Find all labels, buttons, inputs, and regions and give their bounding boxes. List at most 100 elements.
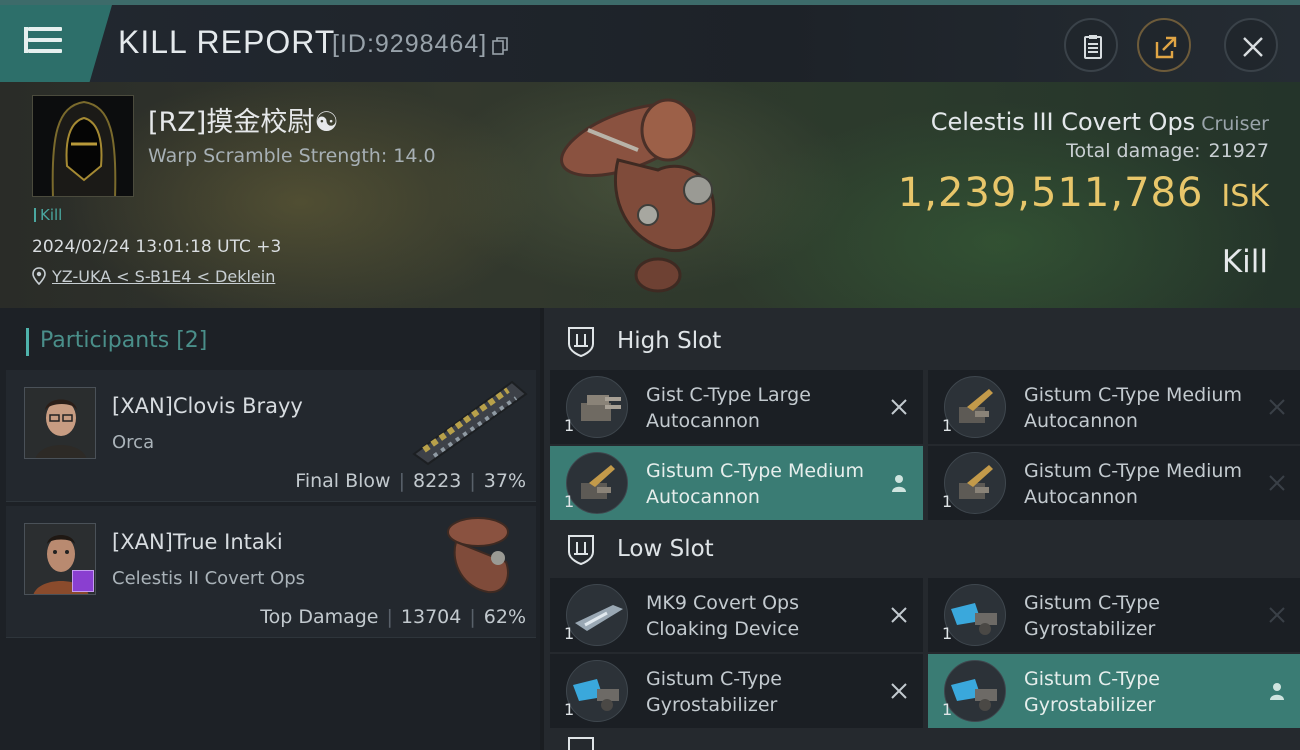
destroyed-x-icon: [891, 607, 907, 623]
module-name: Gistum C-Type Gyrostabilizer: [646, 668, 782, 716]
module-name: Gistum C-Type Medium Autocannon: [1024, 460, 1242, 508]
location-text: YZ-UKA < S-B1E4 < Deklein: [52, 267, 276, 286]
module-slot[interactable]: 1 Gistum C-Type Gyrostabilizer: [550, 654, 923, 728]
fittings-panel: High Slot 1 Gist C-Type Large Autocannon…: [540, 308, 1300, 750]
close-button[interactable]: [1224, 18, 1278, 72]
destroyed-x-icon: [891, 399, 907, 415]
destroyed-x-icon: [1269, 607, 1285, 623]
avatar[interactable]: [24, 387, 96, 459]
module-name: Gistum C-Type Medium Autocannon: [646, 460, 864, 508]
page-title: KILL REPORT: [118, 24, 336, 60]
participants-panel: Participants [2] [XAN]Clovis Brayy Orca …: [0, 308, 540, 750]
victim-portrait[interactable]: [32, 95, 134, 197]
participant-ship: Celestis II Covert Ops: [112, 568, 306, 589]
participant-percent: 37%: [483, 470, 526, 492]
low-slot-label: Low Slot: [617, 536, 714, 562]
gyrostabilizer-icon: [944, 660, 1006, 722]
module-slot[interactable]: 1 Gist C-Type Large Autocannon: [550, 370, 923, 444]
participants-header: Participants [2]: [26, 328, 208, 356]
module-quantity: 1: [564, 416, 575, 435]
autocannon-icon: [566, 376, 628, 438]
clipboard-button[interactable]: [1064, 18, 1118, 72]
participant-stats: Final Blow | 8223 | 37%: [295, 470, 526, 492]
dropped-person-icon: [1270, 683, 1284, 700]
dropped-person-icon: [892, 475, 906, 492]
location-pin-icon: [32, 267, 46, 285]
victim-name[interactable]: [RZ]摸金校尉☯: [148, 100, 339, 139]
top-bar: KILL REPORT [ID:9298464]: [0, 0, 1300, 82]
total-damage-value: 21927: [1208, 140, 1269, 162]
top-bar-edge: [0, 0, 1300, 5]
ship-render-image: [560, 98, 716, 293]
isk-value-row: 1,239,511,786 ISK: [898, 170, 1269, 216]
warp-scramble-strength: Warp Scramble Strength: 14.0: [148, 145, 436, 167]
kill-id: [ID:9298464]: [332, 30, 488, 58]
cloaking-device-icon: [566, 584, 628, 646]
module-slot[interactable]: 1 Gistum C-Type Medium Autocannon: [928, 446, 1300, 520]
module-name: Gistum C-Type Gyrostabilizer: [1024, 668, 1160, 716]
orca-ship-image: [412, 380, 528, 466]
module-quantity: 1: [564, 624, 575, 643]
hooded-figure-icon: [33, 96, 133, 196]
autocannon-icon: [566, 452, 628, 514]
module-name: Gistum C-Type Gyrostabilizer: [1024, 592, 1160, 640]
participant-row[interactable]: [XAN]True Intaki Celestis II Covert Ops …: [6, 506, 536, 638]
participant-role: Top Damage: [260, 606, 379, 628]
module-slot[interactable]: 1 Gistum C-Type Medium Autocannon: [928, 370, 1300, 444]
participant-damage: 13704: [400, 606, 462, 628]
module-slot[interactable]: 1 Gistum C-Type Gyrostabilizer: [928, 578, 1300, 652]
share-button[interactable]: [1137, 18, 1191, 72]
kill-timestamp: 2024/02/24 13:01:18 UTC +3: [32, 237, 282, 257]
module-quantity: 1: [942, 492, 953, 511]
module-name: Gist C-Type Large Autocannon: [646, 384, 811, 432]
participant-percent: 62%: [483, 606, 526, 628]
module-slot[interactable]: 1 Gistum C-Type Gyrostabilizer: [928, 654, 1300, 728]
celestis-ship-image: [447, 517, 509, 594]
kill-tag: Kill: [34, 206, 62, 224]
kill-summary: [RZ]摸金校尉☯ Warp Scramble Strength: 14.0 K…: [0, 82, 1300, 308]
gyrostabilizer-icon: [944, 584, 1006, 646]
isk-unit: ISK: [1221, 179, 1269, 214]
copy-icon[interactable]: [492, 37, 508, 55]
module-quantity: 1: [564, 492, 575, 511]
gyrostabilizer-icon: [566, 660, 628, 722]
isk-value: 1,239,511,786: [897, 170, 1204, 216]
participant-name[interactable]: [XAN]Clovis Brayy: [112, 394, 303, 418]
participant-ship: Orca: [112, 432, 155, 453]
module-slot[interactable]: 1 Gistum C-Type Medium Autocannon: [550, 446, 923, 520]
slot-shield-icon: [568, 327, 594, 358]
module-quantity: 1: [942, 416, 953, 435]
module-name: MK9 Covert Ops Cloaking Device: [646, 592, 800, 640]
kill-location-link[interactable]: YZ-UKA < S-B1E4 < Deklein: [32, 267, 275, 286]
result-label: Kill: [1221, 244, 1268, 280]
autocannon-icon: [944, 452, 1006, 514]
ship-name-text: Celestis III Covert Ops: [930, 108, 1196, 136]
participant-role: Final Blow: [295, 470, 391, 492]
module-quantity: 1: [942, 624, 953, 643]
participant-stats: Top Damage | 13704 | 62%: [260, 606, 526, 628]
participants-header-text: Participants [2]: [40, 328, 208, 353]
module-name: Gistum C-Type Medium Autocannon: [1024, 384, 1242, 432]
menu-button[interactable]: [0, 5, 112, 82]
victim-ship-name[interactable]: Celestis III Covert Ops Cruiser: [931, 108, 1269, 136]
ship-class: Cruiser: [1201, 113, 1269, 135]
destroyed-x-icon: [1269, 475, 1285, 491]
high-slot-label: High Slot: [617, 328, 722, 354]
participant-damage: 8223: [413, 470, 462, 492]
total-damage-label: Total damage:: [1066, 140, 1201, 162]
destroyed-x-icon: [891, 683, 907, 699]
clipboard-icon: [1084, 35, 1102, 59]
module-quantity: 1: [564, 700, 575, 719]
participant-row[interactable]: [XAN]Clovis Brayy Orca Final Blow | 8223 | 3…: [6, 370, 536, 502]
module-slot[interactable]: 1 MK9 Covert Ops Cloaking Device: [550, 578, 923, 652]
participant-name[interactable]: [XAN]True Intaki: [112, 530, 283, 554]
share-icon: [1155, 36, 1177, 59]
pilot-portrait-icon: [25, 388, 95, 458]
module-quantity: 1: [942, 700, 953, 719]
autocannon-icon: [944, 376, 1006, 438]
total-damage: Total damage: 21927: [1066, 140, 1269, 162]
slot-shield-icon: [568, 737, 594, 750]
slot-shield-icon: [568, 535, 594, 566]
close-icon: [1243, 37, 1263, 57]
destroyed-x-icon: [1269, 399, 1285, 415]
